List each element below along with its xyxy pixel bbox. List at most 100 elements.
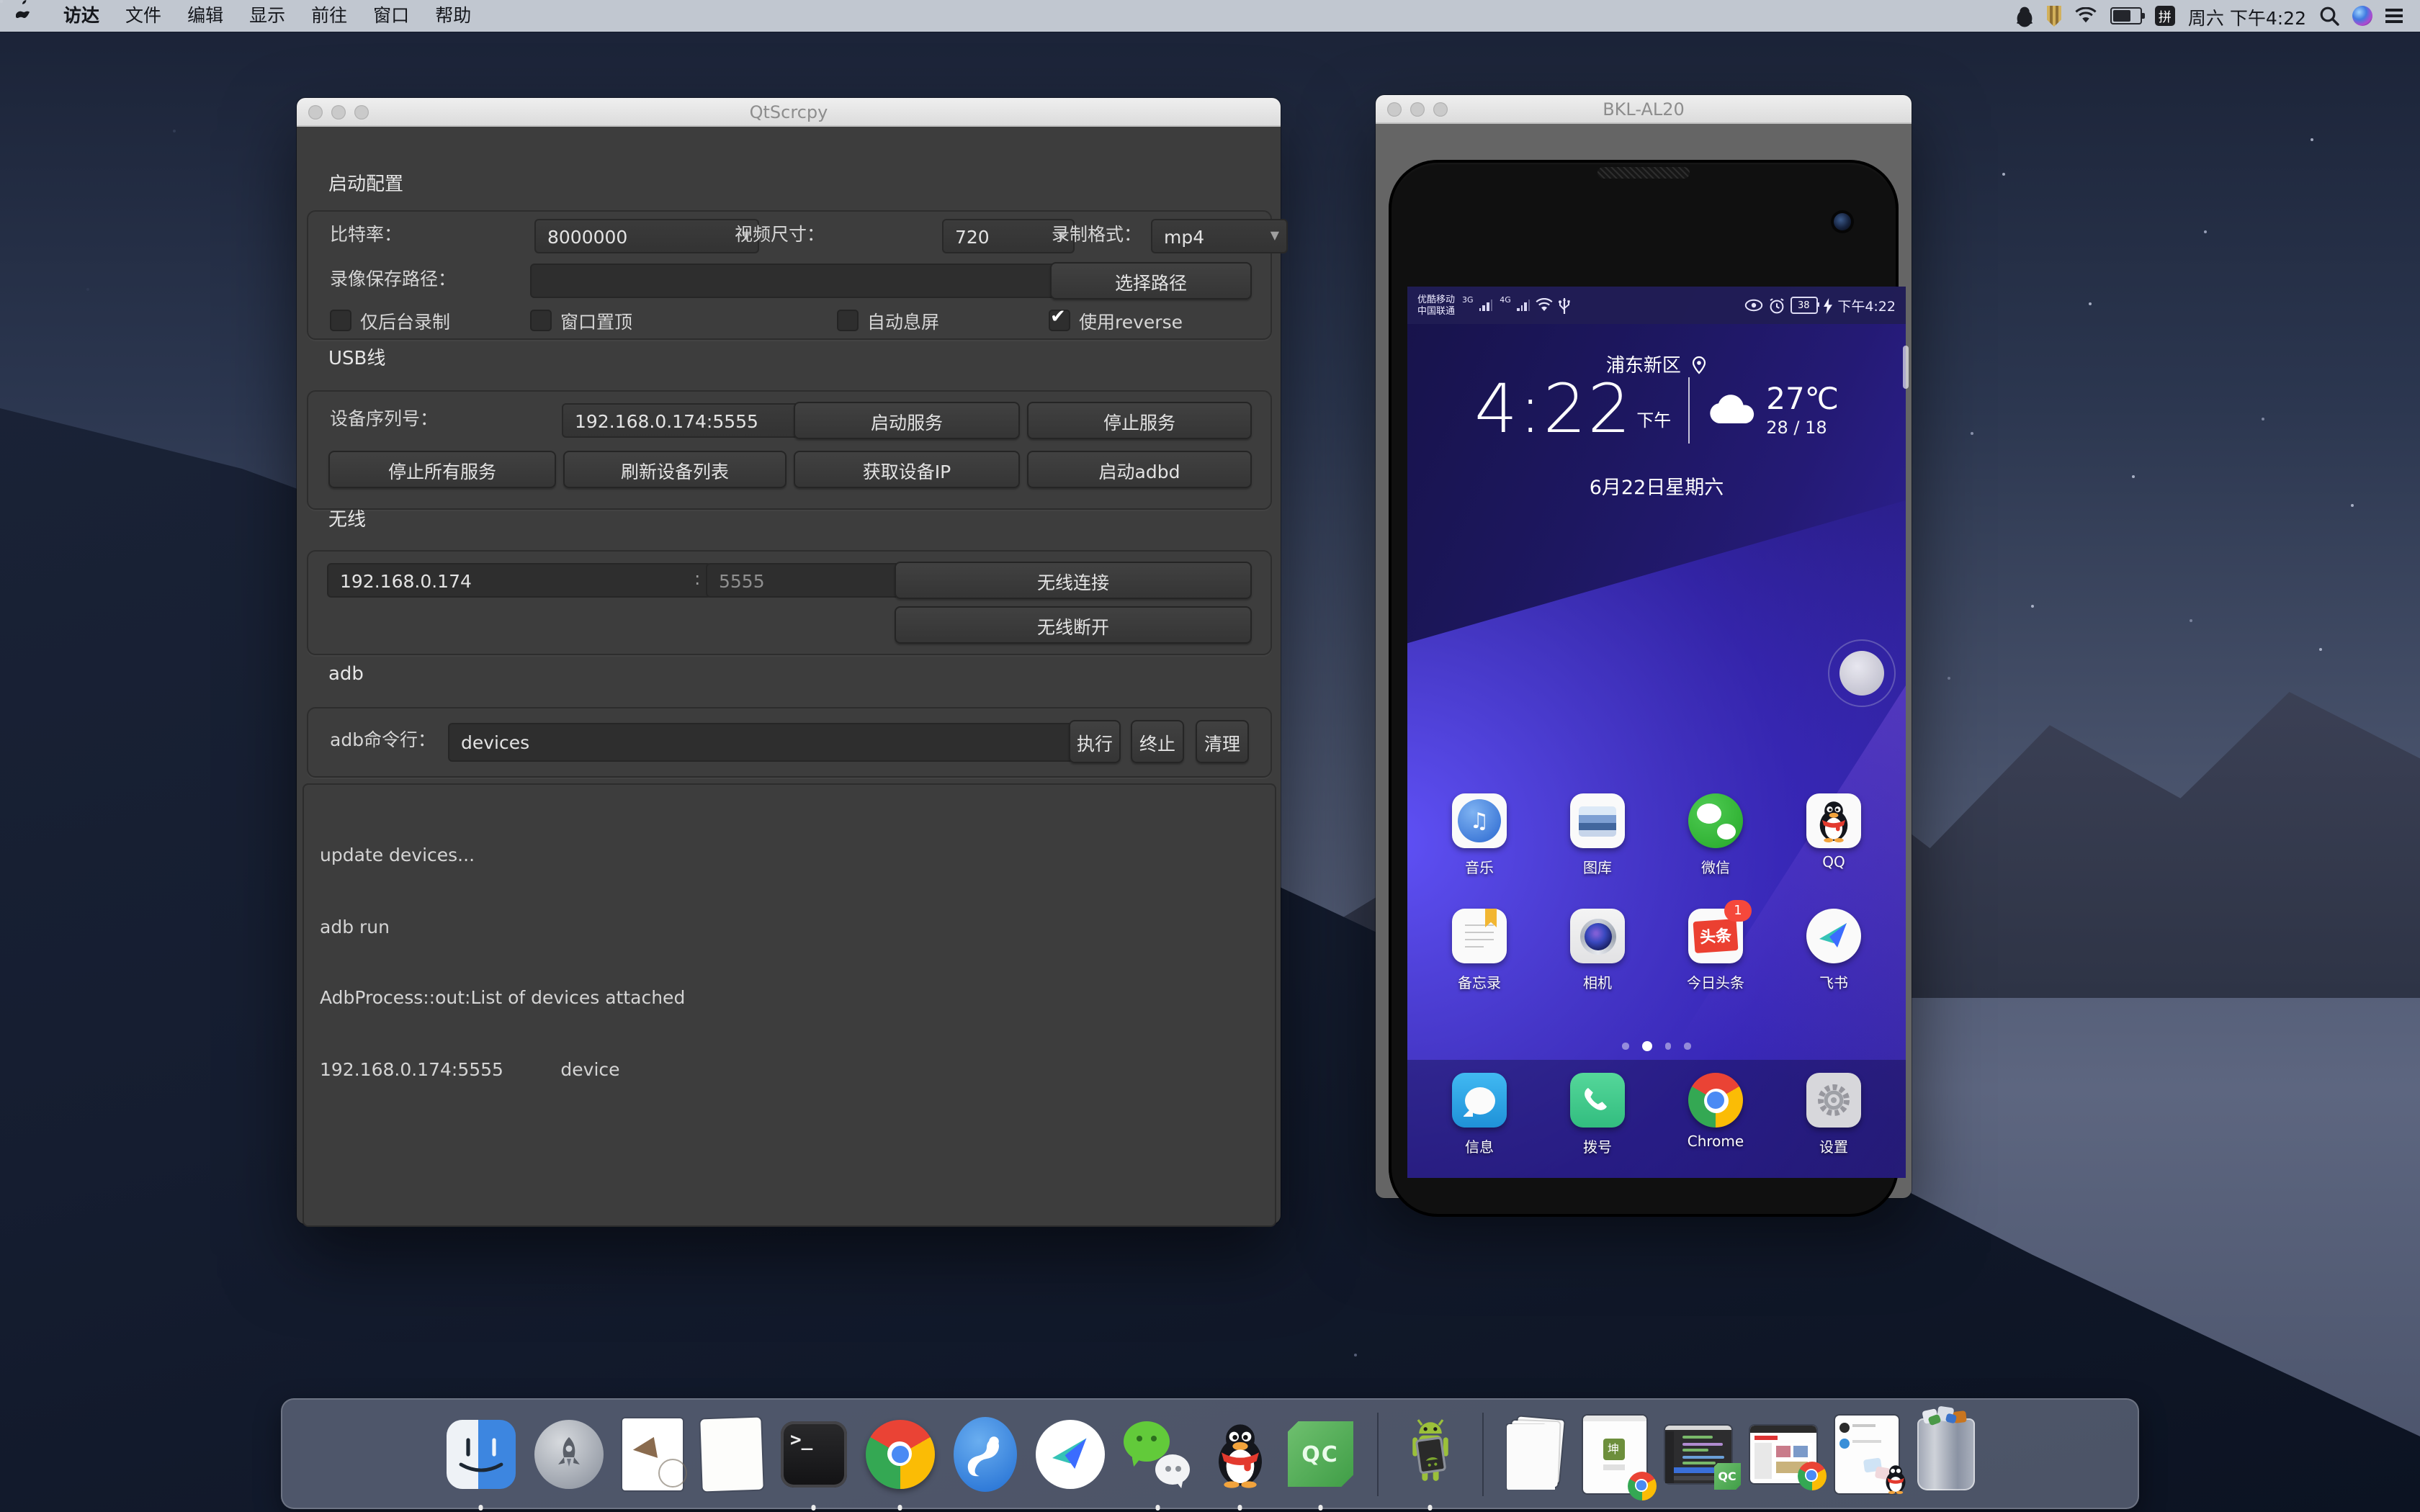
qq-penguin-icon[interactable]: [2015, 5, 2034, 27]
dock-notes-icon[interactable]: [701, 1408, 761, 1500]
app-feishu[interactable]: 飞书: [1788, 909, 1880, 992]
app-dialer[interactable]: 拨号: [1551, 1073, 1644, 1156]
dock-chrome-icon[interactable]: [865, 1408, 934, 1500]
checkbox-icon[interactable]: [330, 310, 351, 331]
start-service-button[interactable]: 启动服务: [794, 402, 1020, 439]
dock-trash-icon[interactable]: [1917, 1408, 1974, 1500]
wifi-icon[interactable]: [2074, 7, 2097, 24]
log-line: AdbProcess::out:List of devices attached: [320, 986, 1259, 1010]
checkbox-use-reverse[interactable]: 使用reverse: [1049, 307, 1183, 334]
qtscrcpy-titlebar[interactable]: QtScrcpy: [297, 98, 1281, 127]
wireless-disconnect-button[interactable]: 无线断开: [895, 606, 1252, 644]
pinyin-input-icon[interactable]: 拼: [2155, 6, 2175, 26]
zoom-button[interactable]: [354, 104, 369, 119]
phone-screen[interactable]: 优酷移动 中国联通 3G 4G: [1407, 287, 1906, 1178]
get-device-ip-button[interactable]: 获取设备IP: [794, 451, 1020, 488]
apple-menu-icon[interactable]: [0, 0, 50, 32]
app-qq[interactable]: QQ: [1788, 793, 1880, 877]
dock-documents-stack-icon[interactable]: [1506, 1408, 1564, 1500]
page-dot[interactable]: [1685, 1043, 1691, 1050]
choose-path-button[interactable]: 选择路径: [1050, 262, 1252, 300]
checkbox-icon[interactable]: [530, 310, 552, 331]
clock-widget[interactable]: 4:22 下午 27℃ 28 / 18: [1407, 376, 1906, 444]
checkbox-icon[interactable]: [837, 310, 859, 331]
home-page-dots[interactable]: [1407, 1041, 1906, 1051]
adb-command-input[interactable]: devices: [448, 723, 1080, 762]
menu-help[interactable]: 帮助: [422, 0, 484, 32]
app-messages[interactable]: 信息: [1433, 1073, 1525, 1156]
qq-icon: [1806, 793, 1861, 848]
dock-wechat-icon[interactable]: [1123, 1408, 1192, 1500]
wireless-port-input[interactable]: 5555: [706, 563, 910, 598]
window-traffic-lights[interactable]: [1387, 102, 1448, 116]
bitrate-combobox[interactable]: 8000000▼: [534, 219, 759, 253]
stop-all-services-button[interactable]: 停止所有服务: [328, 451, 556, 488]
battery-icon[interactable]: [2110, 7, 2142, 24]
dock-terminal-icon[interactable]: >_: [780, 1408, 846, 1500]
gold-shield-icon[interactable]: [2047, 5, 2061, 27]
close-button[interactable]: [308, 104, 323, 119]
dock-chrome-web-window-thumb[interactable]: [1749, 1408, 1816, 1500]
settings-gear-icon: [1806, 1073, 1861, 1128]
checkbox-background-record[interactable]: 仅后台录制: [330, 307, 450, 334]
page-dot[interactable]: [1665, 1043, 1672, 1050]
dock-seal-app-icon[interactable]: [953, 1408, 1016, 1500]
menu-view[interactable]: 显示: [236, 0, 298, 32]
dock-qq-chat-window-thumb[interactable]: [1834, 1408, 1898, 1500]
execute-button[interactable]: 执行: [1069, 720, 1121, 763]
dock-feishu-icon[interactable]: [1035, 1408, 1104, 1500]
checkbox-screen-off[interactable]: 自动息屏: [837, 307, 939, 334]
serial-combobox[interactable]: 192.168.0.174:5555▼: [562, 403, 818, 438]
terminate-button[interactable]: 终止: [1131, 720, 1184, 763]
minimize-button[interactable]: [331, 104, 346, 119]
dock-chrome-doc-window-thumb[interactable]: 坤: [1582, 1408, 1646, 1500]
phone-window-scrollbar[interactable]: [1903, 346, 1909, 389]
dock-qtscrcpy-icon[interactable]: QC: [1287, 1408, 1353, 1500]
clear-button[interactable]: 清理: [1196, 720, 1249, 763]
app-chrome[interactable]: Chrome: [1670, 1073, 1762, 1156]
weather-block[interactable]: 27℃ 28 / 18: [1707, 382, 1839, 437]
dock-qtscrcpy-code-window-thumb[interactable]: QC: [1664, 1408, 1731, 1500]
checkbox-checked-icon[interactable]: [1049, 310, 1070, 331]
menu-app-name[interactable]: 访达: [50, 0, 112, 32]
stop-service-button[interactable]: 停止服务: [1027, 402, 1252, 439]
page-dot[interactable]: [1623, 1043, 1629, 1050]
app-gallery[interactable]: 图库: [1551, 793, 1644, 877]
adb-log-output[interactable]: update devices... adb run AdbProcess::ou…: [302, 783, 1276, 1227]
app-memo[interactable]: 备忘录: [1433, 909, 1525, 992]
checkbox-always-on-top[interactable]: 窗口置顶: [530, 307, 632, 334]
zoom-button[interactable]: [1433, 102, 1448, 116]
notification-center-icon[interactable]: [2385, 9, 2403, 24]
wireless-ip-input[interactable]: 192.168.0.174: [327, 563, 712, 598]
record-path-input[interactable]: [530, 264, 1065, 298]
floating-navigation-ball[interactable]: [1839, 651, 1884, 696]
dock-finder-icon[interactable]: [446, 1408, 515, 1500]
dock-mail-icon[interactable]: [622, 1408, 682, 1500]
spotlight-search-icon[interactable]: [2319, 6, 2339, 26]
wireless-section-title: 无线: [328, 504, 366, 531]
app-music[interactable]: ♫ 音乐: [1433, 793, 1525, 877]
dock-launchpad-icon[interactable]: [534, 1408, 603, 1500]
minimize-button[interactable]: [1410, 102, 1425, 116]
start-adbd-button[interactable]: 启动adbd: [1027, 451, 1252, 488]
app-camera[interactable]: 相机: [1551, 909, 1644, 992]
menu-go[interactable]: 前往: [298, 0, 360, 32]
app-toutiao[interactable]: 1 头条 今日头条: [1670, 909, 1762, 992]
page-dot-current[interactable]: [1642, 1041, 1652, 1051]
usb-groupbox: 设备序列号： 192.168.0.174:5555▼ 启动服务 停止服务 停止所…: [307, 390, 1272, 510]
app-wechat[interactable]: 微信: [1670, 793, 1762, 877]
refresh-device-list-button[interactable]: 刷新设备列表: [563, 451, 786, 488]
siri-icon[interactable]: [2352, 6, 2372, 26]
menu-bar-clock[interactable]: 周六 下午4:22: [2188, 2, 2306, 30]
close-button[interactable]: [1387, 102, 1402, 116]
app-settings[interactable]: 设置: [1788, 1073, 1880, 1156]
menu-file[interactable]: 文件: [112, 0, 174, 32]
dock-qq-icon[interactable]: [1211, 1408, 1268, 1500]
wireless-connect-button[interactable]: 无线连接: [895, 562, 1252, 599]
record-format-combobox[interactable]: mp4▼: [1151, 219, 1288, 253]
menu-edit[interactable]: 编辑: [174, 0, 236, 32]
phone-window-titlebar[interactable]: BKL-AL20: [1376, 95, 1912, 124]
dock-android-scrcpy-icon[interactable]: [1401, 1408, 1458, 1500]
menu-window[interactable]: 窗口: [360, 0, 422, 32]
window-traffic-lights[interactable]: [308, 104, 369, 119]
